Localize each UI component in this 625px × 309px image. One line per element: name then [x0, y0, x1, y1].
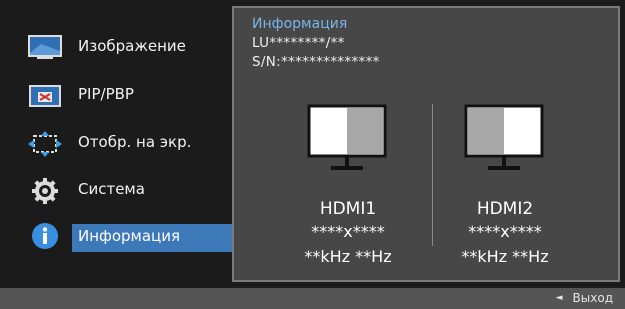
- port-hdmi1: HDMI1 ****x**** **kHz **Hz: [268, 104, 428, 274]
- exit-label: Выход: [572, 291, 613, 305]
- main-menu: Изображение PIP/PBP Отобр. на экр. Систе…: [0, 0, 232, 288]
- pip-pbp-icon: [29, 85, 61, 107]
- menu-item-label: Изображение: [78, 37, 186, 55]
- menu-item-system[interactable]: Система: [0, 166, 232, 214]
- menu-item-picture[interactable]: Изображение: [0, 23, 232, 71]
- port-hdmi2: HDMI2 ****x**** **kHz **Hz: [425, 104, 585, 274]
- port-name: HDMI1: [319, 199, 377, 219]
- menu-item-label: Отобр. на экр.: [78, 133, 192, 151]
- menu-item-label: Система: [78, 180, 145, 198]
- menu-item-information[interactable]: Информация: [0, 213, 232, 261]
- port-frequency: **kHz **Hz: [461, 247, 549, 266]
- model-code: LU********/**: [252, 35, 345, 51]
- exit-button[interactable]: ◄ Выход: [556, 291, 613, 305]
- footer-bar: ◄ Выход: [0, 288, 625, 309]
- information-panel: Информация LU********/** S/N:***********…: [232, 6, 620, 282]
- menu-panel: Изображение PIP/PBP Отобр. на экр. Систе…: [0, 0, 625, 288]
- menu-item-pip-pbp[interactable]: PIP/PBP: [0, 71, 232, 119]
- port-name: HDMI2: [476, 199, 534, 219]
- onscreen-display-icon: [28, 131, 62, 157]
- serial-number: S/N:**************: [252, 54, 380, 70]
- menu-item-onscreen-display[interactable]: Отобр. на экр.: [0, 119, 232, 167]
- osd-window: Изображение PIP/PBP Отобр. на экр. Систе…: [0, 0, 625, 309]
- port-frequency: **kHz **Hz: [304, 247, 392, 266]
- info-title: Информация: [252, 16, 348, 32]
- info-icon: [32, 223, 58, 249]
- picture-icon: [28, 35, 62, 59]
- monitor-icon: [307, 104, 387, 170]
- port-resolution: ****x****: [311, 222, 385, 241]
- monitor-icon: [464, 104, 544, 170]
- left-arrow-icon: ◄: [555, 293, 563, 303]
- gear-icon: [32, 178, 58, 204]
- port-resolution: ****x****: [468, 222, 542, 241]
- menu-item-label: Информация: [78, 227, 181, 245]
- menu-item-label: PIP/PBP: [78, 85, 134, 103]
